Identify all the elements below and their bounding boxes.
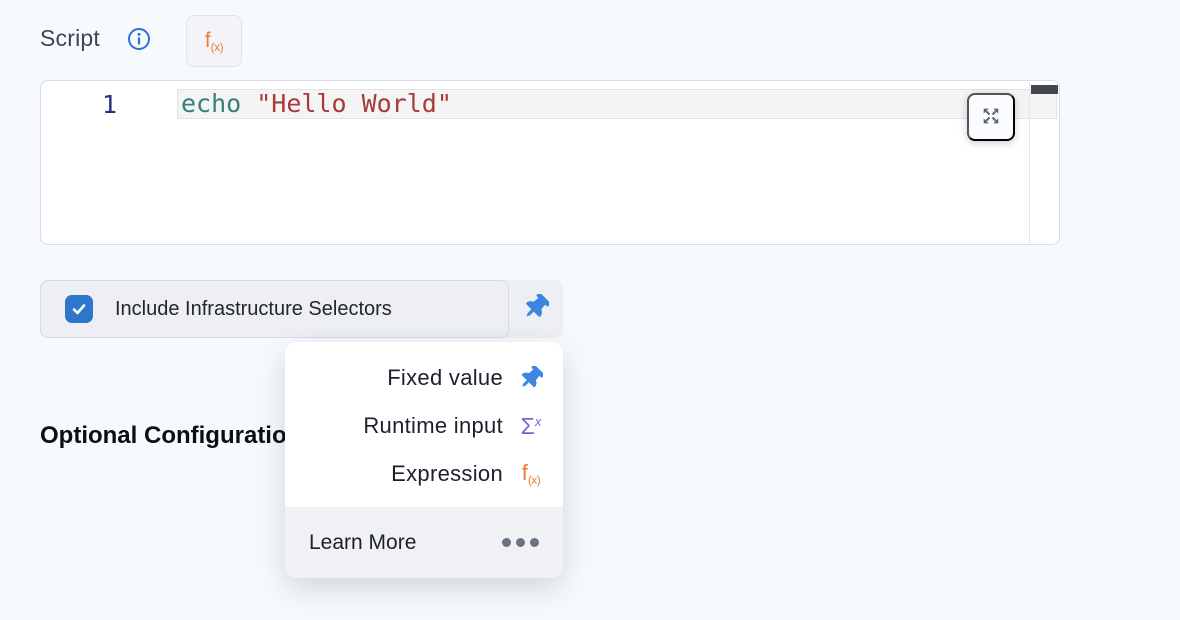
- include-infra-selectors-row[interactable]: Include Infrastructure Selectors: [40, 280, 509, 338]
- learn-more-row[interactable]: Learn More: [285, 507, 563, 578]
- editor-scrollbar-thumb[interactable]: [1031, 85, 1058, 94]
- sigma-x-icon: Σx: [514, 415, 548, 438]
- ellipsis-icon: [502, 538, 539, 547]
- expression-toggle-button[interactable]: f(x): [186, 15, 242, 67]
- script-step-panel: Script f(x) 1 echo "Hello World": [0, 0, 1180, 620]
- script-field-label: Script: [40, 25, 100, 52]
- menu-item-expression[interactable]: Expression f(x): [285, 450, 563, 498]
- value-type-dropdown-menu: Fixed value Runtime input Σx Expression: [285, 342, 563, 578]
- editor-code-line: echo "Hello World": [181, 89, 452, 119]
- code-keyword: echo: [181, 89, 241, 118]
- menu-item-label: Runtime input: [363, 413, 503, 439]
- include-infra-selectors-checkbox[interactable]: [65, 295, 93, 323]
- editor-line-number: 1: [41, 90, 117, 120]
- code-string: "Hello World": [256, 89, 452, 118]
- fx-icon: f(x): [514, 462, 548, 486]
- include-infra-selectors-label: Include Infrastructure Selectors: [115, 298, 392, 321]
- optional-configuration-heading: Optional Configuration: [40, 422, 301, 450]
- menu-item-runtime-input[interactable]: Runtime input Σx: [285, 402, 563, 450]
- expand-icon: [980, 105, 1002, 130]
- pushpin-icon: [523, 294, 549, 325]
- expand-editor-button[interactable]: [967, 93, 1015, 141]
- value-type-menu-items: Fixed value Runtime input Σx Expression: [285, 342, 563, 498]
- learn-more-label: Learn More: [309, 531, 416, 555]
- info-icon[interactable]: [127, 27, 151, 51]
- include-infra-selectors-field: Include Infrastructure Selectors: [40, 280, 563, 338]
- script-code-editor[interactable]: 1 echo "Hello World": [40, 80, 1060, 245]
- editor-scrollbar-track: [1029, 82, 1030, 243]
- menu-item-fixed-value[interactable]: Fixed value: [285, 354, 563, 402]
- fx-icon: f(x): [205, 30, 223, 53]
- menu-item-label: Fixed value: [387, 365, 503, 391]
- pushpin-icon: [514, 366, 548, 390]
- value-type-pin-button[interactable]: [509, 280, 563, 338]
- menu-item-label: Expression: [391, 461, 503, 487]
